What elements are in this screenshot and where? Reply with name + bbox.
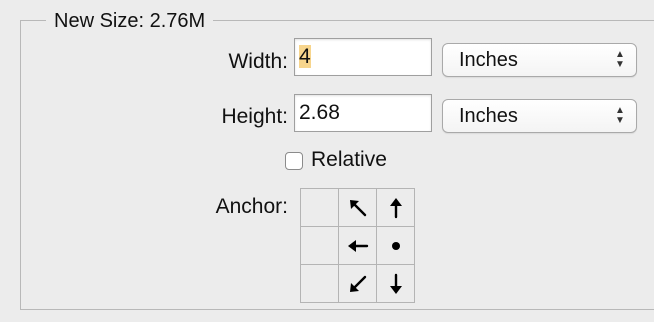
height-unit-value: Inches — [459, 105, 518, 127]
arrow-up-icon — [389, 197, 402, 218]
anchor-bottom-center[interactable] — [339, 265, 377, 303]
width-unit-select[interactable]: Inches ▲ ▼ — [442, 43, 637, 77]
arrow-down-left-icon — [349, 275, 366, 292]
anchor-top-center[interactable] — [339, 189, 377, 227]
height-field[interactable]: 2.68 — [294, 94, 432, 132]
width-label: Width: — [228, 50, 288, 73]
width-unit-value: Inches — [459, 49, 518, 71]
height-label: Height: — [221, 105, 288, 128]
anchor-middle-right[interactable] — [377, 227, 415, 265]
anchor-bottom-left[interactable] — [301, 265, 339, 303]
anchor-label: Anchor: — [215, 195, 288, 218]
anchor-middle-left[interactable] — [301, 227, 339, 265]
arrow-down-icon — [389, 273, 402, 294]
group-title: New Size: 2.76M — [46, 8, 214, 34]
anchor-top-right[interactable] — [377, 189, 415, 227]
select-arrows-icon: ▲ ▼ — [615, 49, 625, 70]
relative-checkbox[interactable] — [285, 152, 303, 170]
relative-label[interactable]: Relative — [311, 146, 387, 174]
arrow-up-left-icon — [349, 199, 366, 216]
width-value: 4 — [299, 45, 311, 68]
anchor-grid[interactable] — [300, 188, 415, 303]
arrow-left-icon — [347, 239, 368, 252]
anchor-top-left[interactable] — [301, 189, 339, 227]
center-dot-icon — [391, 241, 400, 250]
height-value: 2.68 — [299, 101, 340, 124]
anchor-middle-center[interactable] — [339, 227, 377, 265]
height-unit-select[interactable]: Inches ▲ ▼ — [442, 99, 637, 133]
width-field[interactable]: 4 — [294, 38, 432, 76]
anchor-bottom-right[interactable] — [377, 265, 415, 303]
select-arrows-icon: ▲ ▼ — [615, 105, 625, 126]
